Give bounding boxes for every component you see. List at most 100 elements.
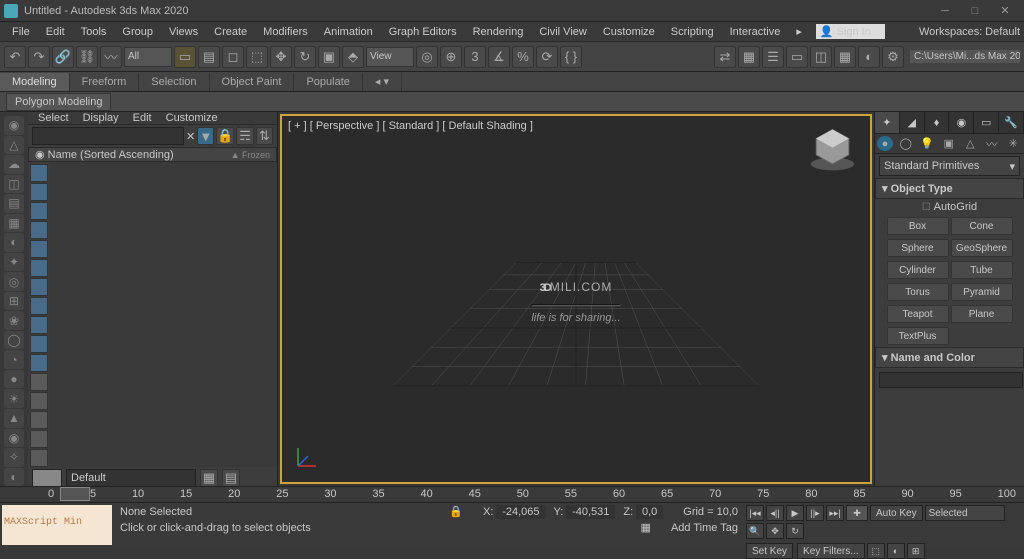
hierarchy-tab[interactable]: ♦	[925, 112, 950, 133]
close-button[interactable]: ✕	[990, 1, 1020, 21]
ribbon-tab-modeling[interactable]: Modeling	[0, 73, 70, 91]
filter-misc2-icon[interactable]	[30, 411, 48, 429]
left-icon-6[interactable]: ▦	[4, 214, 24, 233]
left-icon-10[interactable]: ⊞	[4, 292, 24, 311]
sort-icon[interactable]: ⇅	[256, 127, 273, 145]
unlink-button[interactable]: ⛓	[76, 46, 98, 68]
toggle-ribbon-button[interactable]: ▭	[786, 46, 808, 68]
motion-tab[interactable]: ◉	[949, 112, 974, 133]
prev-frame-button[interactable]: ◂||	[766, 505, 784, 521]
btn-sphere[interactable]: Sphere	[887, 239, 949, 257]
viewport-label[interactable]: [ + ] [ Perspective ] [ Standard ] [ Def…	[288, 120, 533, 132]
filter-misc3-icon[interactable]	[30, 430, 48, 448]
placement-button[interactable]: ⬘	[342, 46, 364, 68]
utilities-tab[interactable]: 🔧	[999, 112, 1024, 133]
redo-button[interactable]: ↷	[28, 46, 50, 68]
named-selection-button[interactable]: { }	[560, 46, 582, 68]
ribbon-tab-selection[interactable]: Selection	[139, 73, 209, 91]
align-button[interactable]: ▦	[738, 46, 760, 68]
rect-selection-button[interactable]: ◻	[222, 46, 244, 68]
left-icon-13[interactable]: ◔	[4, 350, 24, 369]
lights-category-icon[interactable]: 💡	[917, 134, 939, 153]
curve-editor-button[interactable]: ◫	[810, 46, 832, 68]
left-icon-8[interactable]: ✦	[4, 253, 24, 272]
time-slider-handle[interactable]	[60, 487, 90, 501]
nav-icon-5[interactable]: ◐	[887, 543, 905, 559]
filter-icon[interactable]: ▼	[197, 127, 214, 145]
filter-helper-icon[interactable]	[30, 240, 48, 258]
left-icon-12[interactable]: ◯	[4, 331, 24, 350]
clear-search-icon[interactable]: ✕	[186, 130, 195, 143]
maximize-button[interactable]: □	[960, 1, 990, 21]
keyfilters-button[interactable]: Key Filters...	[797, 543, 865, 559]
y-coord-input[interactable]: -40,531	[566, 505, 615, 519]
nav-icon-4[interactable]: ⬚	[867, 543, 885, 559]
move-button[interactable]: ✥	[270, 46, 292, 68]
object-type-rollout[interactable]: ▾ Object Type	[875, 178, 1024, 199]
se-menu-customize[interactable]: Customize	[166, 112, 218, 124]
angle-snap-button[interactable]: ∡	[488, 46, 510, 68]
x-coord-input[interactable]: -24,065	[496, 505, 545, 519]
manipulate-button[interactable]: ⊕	[440, 46, 462, 68]
spinner-snap-button[interactable]: ⟳	[536, 46, 558, 68]
filter-misc1-icon[interactable]	[30, 392, 48, 410]
se-menu-edit[interactable]: Edit	[133, 112, 152, 124]
primitive-type-dropdown[interactable]: Standard Primitives▾	[879, 156, 1020, 176]
btn-pyramid[interactable]: Pyramid	[951, 283, 1013, 301]
left-icon-17[interactable]: ◉	[4, 429, 24, 448]
name-color-rollout[interactable]: ▾ Name and Color	[875, 347, 1024, 368]
material-editor-button[interactable]: ◐	[858, 46, 880, 68]
left-icon-7[interactable]: ◐	[4, 233, 24, 252]
se-menu-display[interactable]: Display	[83, 112, 119, 124]
minimize-button[interactable]: ─	[930, 1, 960, 21]
set-key-big-button[interactable]: ✚	[846, 505, 868, 521]
menu-modifiers[interactable]: Modifiers	[255, 24, 316, 40]
left-icon-9[interactable]: ◎	[4, 272, 24, 291]
menu-more-icon[interactable]: ▸	[788, 23, 810, 40]
viewport-perspective[interactable]: [ + ] [ Perspective ] [ Standard ] [ Def…	[280, 114, 872, 484]
menu-civil-view[interactable]: Civil View	[531, 24, 594, 40]
maxscript-listener[interactable]: MAXScript Min	[2, 505, 112, 545]
setkey-button[interactable]: Set Key	[746, 543, 793, 559]
view-mode-icon[interactable]: ☴	[236, 127, 253, 145]
menu-create[interactable]: Create	[206, 24, 255, 40]
ribbon-tab-freeform[interactable]: Freeform	[70, 73, 140, 91]
object-color-swatch[interactable]	[32, 469, 62, 486]
shapes-category-icon[interactable]: ◯	[895, 134, 917, 153]
btn-cone[interactable]: Cone	[951, 217, 1013, 235]
left-icon-16[interactable]: ▲	[4, 409, 24, 428]
window-crossing-button[interactable]: ⬚	[246, 46, 268, 68]
ribbon-tab-populate[interactable]: Populate	[294, 73, 362, 91]
project-path-field[interactable]: C:\Users\Mi...ds Max 2020	[910, 50, 1020, 63]
cameras-category-icon[interactable]: ▣	[938, 134, 960, 153]
btn-torus[interactable]: Torus	[887, 283, 949, 301]
menu-group[interactable]: Group	[114, 24, 161, 40]
create-tab[interactable]: ✦	[875, 112, 900, 133]
goto-start-button[interactable]: |◂◂	[746, 505, 764, 521]
systems-category-icon[interactable]: ✳	[1003, 134, 1024, 153]
left-icon-1[interactable]: ◉	[4, 116, 24, 135]
play-button[interactable]: ▶	[786, 505, 804, 521]
filter-geometry-icon[interactable]	[30, 164, 48, 182]
autokey-button[interactable]: Auto Key	[870, 505, 923, 521]
autogrid-checkbox[interactable]: ☐ AutoGrid	[875, 199, 1024, 215]
lock-icon[interactable]: 🔒	[216, 127, 234, 145]
left-icon-19[interactable]: ◐	[4, 468, 24, 486]
select-object-button[interactable]: ▭	[174, 46, 196, 68]
helpers-category-icon[interactable]: △	[960, 134, 982, 153]
filter-misc4-icon[interactable]	[30, 449, 48, 467]
display-tab[interactable]: ▭	[974, 112, 999, 133]
rotate-button[interactable]: ↻	[294, 46, 316, 68]
render-setup-button[interactable]: ⚙	[882, 46, 904, 68]
percent-snap-button[interactable]: %	[512, 46, 534, 68]
create-name-input[interactable]	[879, 372, 1023, 388]
se-menu-select[interactable]: Select	[38, 112, 69, 124]
z-coord-input[interactable]: 0,0	[636, 505, 663, 519]
geometry-category-icon[interactable]: ●	[877, 136, 893, 151]
filter-group-icon[interactable]	[30, 278, 48, 296]
left-icon-15[interactable]: ☀	[4, 389, 24, 408]
filter-bone-icon[interactable]	[30, 316, 48, 334]
menu-interactive[interactable]: Interactive	[722, 24, 789, 40]
add-time-tag-button[interactable]: Add Time Tag	[671, 522, 738, 534]
nav-icon-6[interactable]: ⊞	[907, 543, 925, 559]
